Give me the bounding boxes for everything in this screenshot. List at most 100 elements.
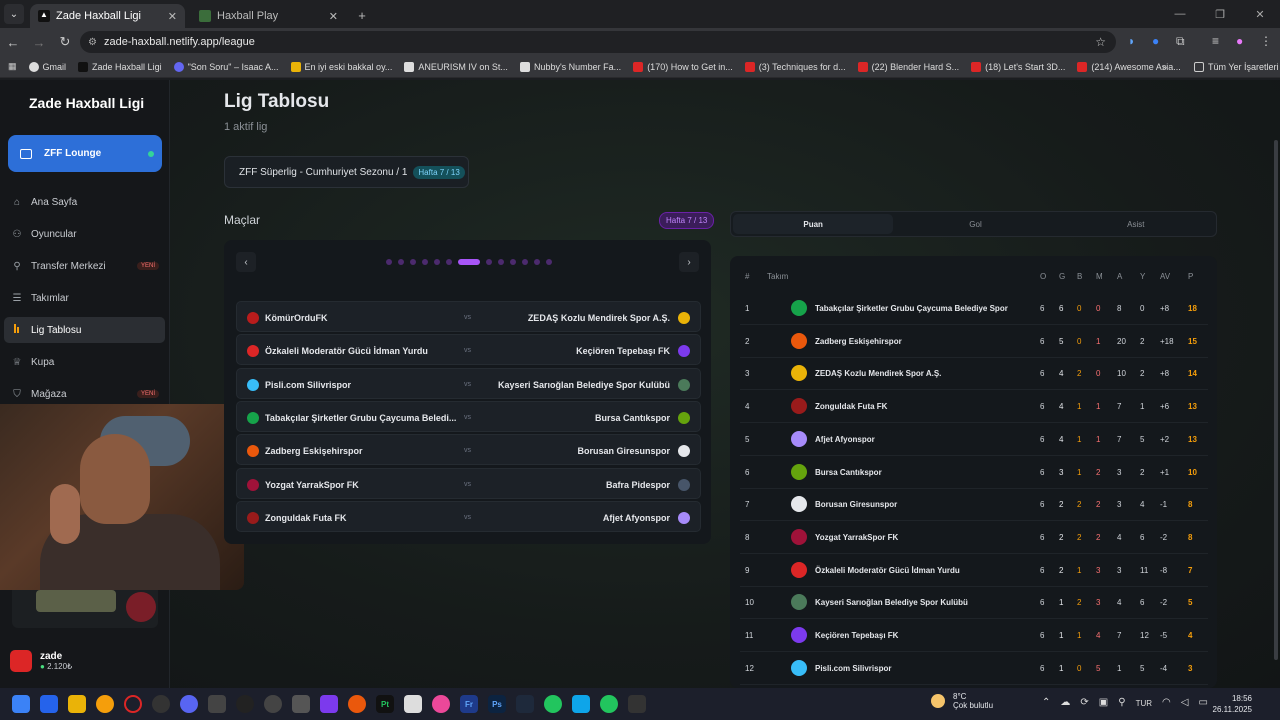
table-row[interactable]: 6 Bursa Cantıkspor 6 3 1 2 3 2 +1 10 xyxy=(740,457,1208,489)
extensions-puzzle-icon[interactable]: ⧉ xyxy=(1176,34,1185,49)
bookmark-item[interactable]: (22) Blender Hard S... xyxy=(857,61,959,72)
table-row[interactable]: 10 Kayseri Sarıoğlan Belediye Spor Kulübü… xyxy=(740,587,1208,620)
next-week-button[interactable]: › xyxy=(679,252,699,272)
language-label[interactable]: TUR xyxy=(1136,699,1152,708)
week-dot[interactable] xyxy=(486,259,492,265)
site-info-icon[interactable]: ⚙ xyxy=(88,37,97,48)
site-logo[interactable]: Zade Haxball Ligi xyxy=(29,95,144,111)
steam-icon[interactable] xyxy=(516,695,534,713)
photoshop-icon[interactable]: Ps xyxy=(488,695,506,713)
app-tray-icon[interactable]: ▣ xyxy=(1099,697,1108,708)
spotify-icon[interactable] xyxy=(544,695,562,713)
tab-haxball-play[interactable]: Haxball Play ✕ xyxy=(191,4,346,28)
visual-studio-icon[interactable] xyxy=(320,695,338,713)
fresco-icon[interactable]: Fr xyxy=(460,695,478,713)
week-dot[interactable] xyxy=(446,259,452,265)
bookmark-star-icon[interactable]: ☆ xyxy=(1095,35,1106,49)
bookmark-item[interactable]: Nubby's Number Fa... xyxy=(519,61,621,72)
app-icon[interactable] xyxy=(152,695,170,713)
sidebar-item-ana-sayfa[interactable]: ⌂ Ana Sayfa xyxy=(4,189,165,215)
copilot-icon[interactable] xyxy=(40,695,58,713)
match-row[interactable]: Tabakçılar Şirketler Grubu Çaycuma Beled… xyxy=(236,400,701,432)
table-row[interactable]: 3 ZEDAŞ Kozlu Mendirek Spor A.Ş. 6 4 2 0 10 2 +8… xyxy=(740,358,1208,391)
match-row[interactable]: KömürOrduFK vs ZEDAŞ Kozlu Mendirek Spor A… xyxy=(236,301,701,332)
blender-icon[interactable] xyxy=(348,695,366,713)
profile-icon[interactable]: ● xyxy=(1236,34,1243,48)
match-row[interactable]: Özkaleli Moderatör Gücü İdman Yurdu vs Keç… xyxy=(236,334,701,366)
match-row[interactable]: Pisli.com Silivrispor vs Kayseri Sarıoğlan… xyxy=(236,367,701,399)
sidebar-item-takimlar[interactable]: ☰ Takımlar xyxy=(4,285,165,311)
week-dot[interactable] xyxy=(422,259,428,265)
reload-icon[interactable]: ↻ xyxy=(52,34,78,50)
speaker-icon[interactable]: ◁ xyxy=(1181,697,1189,708)
table-row[interactable]: 5 Afjet Afyonspor 6 4 1 1 7 5 +2 13 xyxy=(740,424,1208,456)
new-tab-icon[interactable]: + xyxy=(354,7,370,23)
restore-icon[interactable]: ❐ xyxy=(1200,0,1240,28)
match-row[interactable]: Yozgat YarrakSpor FK vs Bafra Pidespor xyxy=(236,467,701,499)
table-row[interactable]: 9 Özkaleli Moderatör Gücü İdman Yurdu 6 2 1 3… xyxy=(740,555,1208,587)
bookmark-item[interactable]: En iyi eski bakkal oy... xyxy=(290,61,392,72)
tab-zade-haxball[interactable]: ▲ Zade Haxball Ligi ✕ xyxy=(30,4,185,28)
bookmark-item[interactable]: ANEURISM IV on St... xyxy=(404,61,508,72)
table-row[interactable]: 2 Zadberg Eskişehirspor 6 5 0 1 20 2 +18 15 xyxy=(740,326,1208,358)
table-row[interactable]: 7 Borusan Giresunspor 6 2 2 2 3 4 -1 8 xyxy=(740,489,1208,522)
tab-search-button[interactable]: ⌄ xyxy=(4,4,24,24)
bookmark-item[interactable]: Gmail xyxy=(28,61,66,72)
sidebar-item-kupa[interactable]: ♕ Kupa xyxy=(4,349,165,375)
url-bar[interactable]: ⚙ zade-haxball.netlify.app/league ☆ xyxy=(80,31,1116,53)
sidebar-item-transfer[interactable]: ⚲ Transfer Merkezi YENİ xyxy=(4,253,165,279)
bookmark-item[interactable]: (18) Let's Start 3D... xyxy=(971,61,1065,72)
more-menu-icon[interactable]: ⋮ xyxy=(1260,34,1272,48)
app-icon[interactable] xyxy=(432,695,450,713)
match-row[interactable]: Zadberg Eskişehirspor vs Borusan Giresunsp… xyxy=(236,434,701,466)
bookmark-item[interactable]: Zade Haxball Ligi xyxy=(78,61,162,72)
minimize-icon[interactable]: — xyxy=(1160,0,1200,28)
week-dot[interactable] xyxy=(510,259,516,265)
prev-week-button[interactable]: ‹ xyxy=(236,252,256,272)
app-icon[interactable] xyxy=(572,695,590,713)
table-row[interactable]: 1 Tabakçılar Şirketler Grubu Çaycuma Bele… xyxy=(740,293,1208,325)
season-selector[interactable]: ZFF Süperlig - Cumhuriyet Sezonu / 1 Haf… xyxy=(224,156,469,188)
week-dot[interactable] xyxy=(546,259,552,265)
unreal-icon[interactable] xyxy=(236,695,254,713)
week-dot[interactable] xyxy=(522,259,528,265)
chevron-right-icon[interactable]: » xyxy=(1162,62,1167,72)
back-icon[interactable]: ← xyxy=(0,35,26,50)
bookmark-item[interactable]: (170) How to Get in... xyxy=(633,61,733,72)
sidebar-item-lig-tablosu[interactable]: Lig Tablosu xyxy=(4,317,165,343)
onedrive-icon[interactable]: ☁ xyxy=(1060,697,1070,708)
table-row[interactable]: 4 Zonguldak Futa FK 6 4 1 1 7 1 +6 13 xyxy=(740,391,1208,424)
weather-widget[interactable]: 8°C Çok bulutlu xyxy=(931,692,993,710)
pycharm-icon[interactable]: Pt xyxy=(376,695,394,713)
app-icon[interactable] xyxy=(404,695,422,713)
wifi-icon[interactable]: ◠ xyxy=(1162,697,1171,708)
close-window-icon[interactable]: ✕ xyxy=(1240,0,1280,28)
chevron-up-icon[interactable]: ⌃ xyxy=(1042,697,1050,708)
file-explorer-icon[interactable] xyxy=(68,695,86,713)
match-row[interactable]: Zonguldak Futa FK vs Afjet Afyonspor xyxy=(236,500,701,532)
week-dot[interactable] xyxy=(398,259,404,265)
sidebar-item-oyuncular[interactable]: ⚇ Oyuncular xyxy=(4,221,165,247)
close-tab-icon[interactable]: ✕ xyxy=(329,10,338,23)
page-scrollbar[interactable] xyxy=(1274,140,1278,660)
tab-gol[interactable]: Gol xyxy=(895,212,1055,236)
extension-icon[interactable]: ● xyxy=(1152,34,1159,48)
app-icon[interactable] xyxy=(600,695,618,713)
week-dot[interactable] xyxy=(386,259,392,265)
extension-icon[interactable]: ◗ xyxy=(1128,34,1135,48)
mic-icon[interactable]: ⚲ xyxy=(1118,697,1125,708)
bookmark-item[interactable]: (3) Techniques for d... xyxy=(744,61,846,72)
discord-icon[interactable] xyxy=(180,695,198,713)
tab-puan[interactable]: Puan xyxy=(733,214,894,234)
user-profile[interactable]: zade ● 2.120₺ xyxy=(10,650,72,672)
all-bookmarks[interactable]: Tüm Yer İşaretleri xyxy=(1194,61,1279,72)
clock[interactable]: 18:56 26.11.2025 xyxy=(1213,693,1252,715)
close-tab-icon[interactable]: ✕ xyxy=(168,10,177,23)
battery-icon[interactable]: ▭ xyxy=(1198,697,1207,708)
app-icon[interactable] xyxy=(208,695,226,713)
chrome-icon[interactable] xyxy=(96,695,114,713)
sync-icon[interactable]: ⟳ xyxy=(1080,697,1088,708)
app-icon[interactable] xyxy=(628,695,646,713)
opera-icon[interactable] xyxy=(124,695,142,713)
table-row[interactable]: 8 Yozgat YarrakSpor FK 6 2 2 2 4 6 -2 8 xyxy=(740,522,1208,554)
